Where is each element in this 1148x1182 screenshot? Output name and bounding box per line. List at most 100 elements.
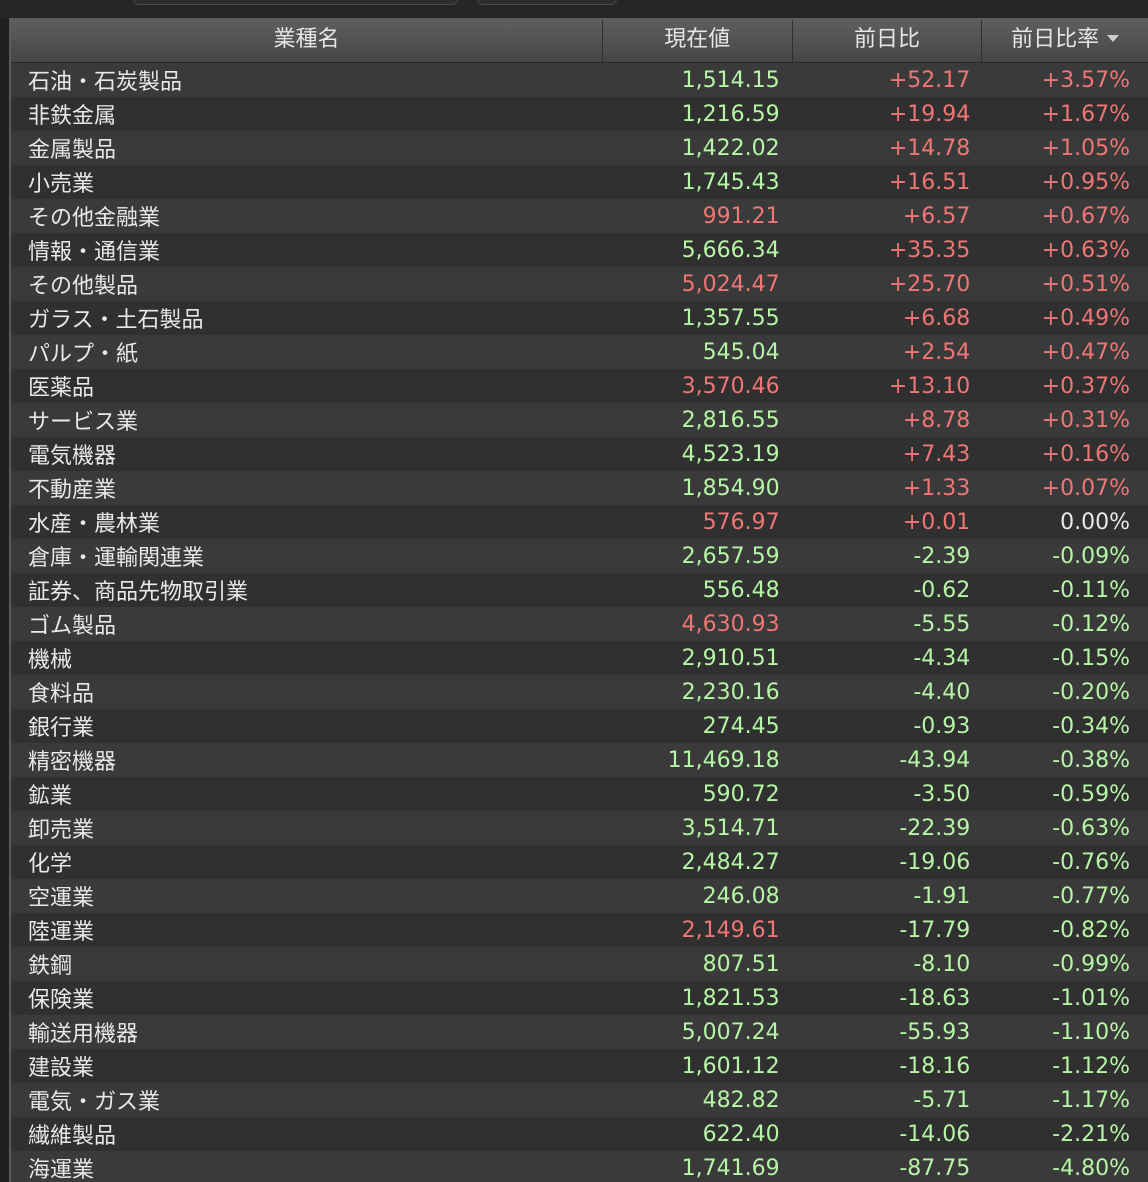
change-pct-cell: +0.07% (1041, 475, 1130, 501)
sector-name-cell: その他製品 (28, 274, 139, 299)
table-row[interactable]: 化学 2,484.27 -19.06 -0.76% (11, 845, 1148, 879)
sector-name-cell: 繊維製品 (28, 1124, 117, 1149)
sector-name-cell: 不動産業 (28, 478, 117, 503)
table-row[interactable]: 不動産業 1,854.90 +1.33 +0.07% (11, 471, 1148, 505)
sort-descending-icon (1107, 34, 1120, 42)
change-pct-cell: +0.95% (1041, 169, 1130, 195)
change-pct-cell: -1.10% (1052, 1019, 1130, 1045)
table-row[interactable]: 繊維製品 622.40 -14.06 -2.21% (11, 1117, 1148, 1151)
sector-name-cell: 倉庫・運輸関連業 (28, 546, 205, 571)
table-row[interactable]: 情報・通信業 5,666.34 +35.35 +0.63% (11, 233, 1148, 267)
price-cell: 2,149.61 (681, 917, 780, 943)
table-row[interactable]: 電気機器 4,523.19 +7.43 +0.16% (11, 437, 1148, 471)
column-header-sector-name[interactable]: 業種名 (11, 20, 603, 62)
change-cell: -18.63 (899, 985, 971, 1011)
table-row[interactable]: 機械 2,910.51 -4.34 -0.15% (11, 641, 1148, 675)
change-pct-cell: +0.31% (1041, 407, 1130, 433)
table-row[interactable]: 建設業 1,601.12 -18.16 -1.12% (11, 1049, 1148, 1083)
table-row[interactable]: ゴム製品 4,630.93 -5.55 -0.12% (11, 607, 1148, 641)
sector-name-cell: 空運業 (28, 886, 95, 911)
change-pct-cell: -0.15% (1052, 645, 1130, 671)
table-row[interactable]: 陸運業 2,149.61 -17.79 -0.82% (11, 913, 1148, 947)
sector-name-cell: 医薬品 (28, 376, 95, 401)
change-pct-cell: 0.00% (1060, 509, 1130, 535)
change-cell: -19.06 (899, 849, 971, 875)
change-cell: -5.55 (913, 611, 971, 637)
price-cell: 5,007.24 (681, 1019, 780, 1045)
price-cell: 4,523.19 (681, 441, 780, 467)
price-cell: 2,230.16 (681, 679, 780, 705)
table-row[interactable]: 電気・ガス業 482.82 -5.71 -1.17% (11, 1083, 1148, 1117)
table-row[interactable]: 水産・農林業 576.97 +0.01 0.00% (11, 505, 1148, 539)
change-pct-cell: -0.34% (1052, 713, 1130, 739)
change-pct-cell: -0.11% (1052, 577, 1130, 603)
table-row[interactable]: 海運業 1,741.69 -87.75 -4.80% (11, 1151, 1148, 1182)
sector-name-cell: 電気機器 (28, 444, 117, 469)
table-row[interactable]: 保険業 1,821.53 -18.63 -1.01% (11, 981, 1148, 1015)
change-cell: -22.39 (899, 815, 971, 841)
change-cell: -17.79 (899, 917, 971, 943)
table-row[interactable]: 銀行業 274.45 -0.93 -0.34% (11, 709, 1148, 743)
table-row[interactable]: 小売業 1,745.43 +16.51 +0.95% (11, 165, 1148, 199)
column-header-price[interactable]: 現在値 (603, 20, 793, 62)
price-cell: 11,469.18 (667, 747, 780, 773)
table-row[interactable]: 輸送用機器 5,007.24 -55.93 -1.10% (11, 1015, 1148, 1049)
sector-name-cell: サービス業 (28, 410, 139, 435)
table-row[interactable]: 空運業 246.08 -1.91 -0.77% (11, 879, 1148, 913)
sector-name-cell: ガラス・土石製品 (28, 308, 204, 333)
price-cell: 545.04 (702, 339, 780, 365)
price-cell: 5,666.34 (681, 237, 780, 263)
table-row[interactable]: ガラス・土石製品 1,357.55 +6.68 +0.49% (11, 301, 1148, 335)
change-cell: -5.71 (913, 1087, 971, 1113)
sector-name-cell: 陸運業 (28, 920, 95, 945)
table-row[interactable]: 倉庫・運輸関連業 2,657.59 -2.39 -0.09% (11, 539, 1148, 573)
change-cell: -43.94 (899, 747, 971, 773)
price-cell: 556.48 (702, 577, 780, 603)
price-cell: 246.08 (702, 883, 780, 909)
price-cell: 576.97 (702, 509, 780, 535)
table-row[interactable]: 証券、商品先物取引業 556.48 -0.62 -0.11% (11, 573, 1148, 607)
toolbar-button-left[interactable] (133, 0, 458, 5)
sector-name-cell: 海運業 (28, 1158, 95, 1182)
column-header-change-label: 前日比 (853, 27, 920, 52)
change-cell: +25.70 (888, 271, 971, 297)
change-pct-cell: +0.63% (1041, 237, 1130, 263)
change-cell: +6.57 (902, 203, 971, 229)
table-row[interactable]: 石油・石炭製品 1,514.15 +52.17 +3.57% (11, 63, 1148, 97)
price-cell: 5,024.47 (681, 271, 780, 297)
change-cell: +7.43 (902, 441, 971, 467)
price-cell: 482.82 (702, 1087, 780, 1113)
sector-name-cell: 保険業 (28, 988, 95, 1013)
change-cell: -55.93 (899, 1019, 971, 1045)
table-row[interactable]: 非鉄金属 1,216.59 +19.94 +1.67% (11, 97, 1148, 131)
table-row[interactable]: 金属製品 1,422.02 +14.78 +1.05% (11, 131, 1148, 165)
column-header-change[interactable]: 前日比 (793, 20, 983, 62)
sector-name-cell: 情報・通信業 (28, 240, 161, 265)
change-cell: +13.10 (888, 373, 971, 399)
toolbar-button-right[interactable] (477, 0, 617, 5)
table-row[interactable]: その他製品 5,024.47 +25.70 +0.51% (11, 267, 1148, 301)
table-row[interactable]: 鉄鋼 807.51 -8.10 -0.99% (11, 947, 1148, 981)
table-row[interactable]: 精密機器 11,469.18 -43.94 -0.38% (11, 743, 1148, 777)
table-row[interactable]: パルプ・紙 545.04 +2.54 +0.47% (11, 335, 1148, 369)
table-row[interactable]: 鉱業 590.72 -3.50 -0.59% (11, 777, 1148, 811)
sector-name-cell: 鉱業 (28, 784, 73, 809)
price-cell: 622.40 (702, 1121, 780, 1147)
table-row[interactable]: 食料品 2,230.16 -4.40 -0.20% (11, 675, 1148, 709)
table-row[interactable]: 卸売業 3,514.71 -22.39 -0.63% (11, 811, 1148, 845)
table-row[interactable]: 医薬品 3,570.46 +13.10 +0.37% (11, 369, 1148, 403)
change-pct-cell: -0.82% (1052, 917, 1130, 943)
change-cell: -4.34 (913, 645, 971, 671)
column-header-change-pct[interactable]: 前日比率 (982, 20, 1148, 62)
change-pct-cell: -1.17% (1052, 1087, 1130, 1113)
price-cell: 1,514.15 (681, 67, 780, 93)
change-pct-cell: -0.12% (1052, 611, 1130, 637)
table-row[interactable]: サービス業 2,816.55 +8.78 +0.31% (11, 403, 1148, 437)
change-cell: -87.75 (899, 1155, 971, 1181)
price-cell: 1,745.43 (681, 169, 780, 195)
change-pct-cell: -0.38% (1052, 747, 1130, 773)
table-row[interactable]: その他金融業 991.21 +6.57 +0.67% (11, 199, 1148, 233)
change-cell: +35.35 (888, 237, 971, 263)
sector-name-cell: パルプ・紙 (28, 342, 139, 367)
sector-name-cell: 化学 (28, 852, 73, 877)
